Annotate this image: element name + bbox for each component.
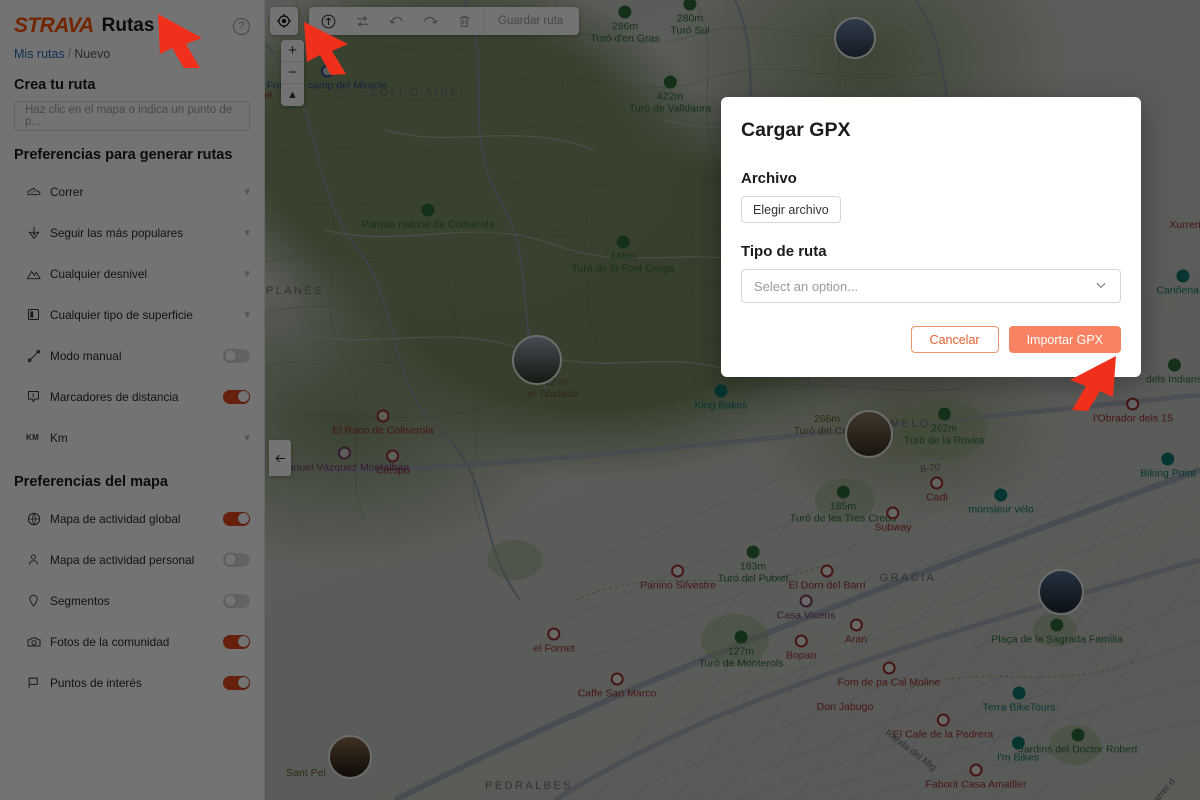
import-gpx-button[interactable]: Importar GPX bbox=[1008, 326, 1121, 353]
route-type-label: Tipo de ruta bbox=[741, 243, 827, 260]
route-type-select[interactable]: Select an option... bbox=[741, 269, 1121, 303]
choose-file-button[interactable]: Elegir archivo bbox=[741, 196, 841, 223]
route-type-select-placeholder: Select an option... bbox=[754, 278, 859, 294]
cancel-button[interactable]: Cancelar bbox=[910, 326, 999, 353]
file-section-label: Archivo bbox=[741, 170, 797, 187]
modal-actions: Cancelar Importar GPX bbox=[741, 326, 1121, 353]
chevron-down-icon bbox=[1094, 278, 1108, 295]
upload-gpx-modal: Cargar GPX Archivo Elegir archivo Tipo d… bbox=[721, 97, 1141, 377]
modal-title: Cargar GPX bbox=[741, 119, 851, 141]
